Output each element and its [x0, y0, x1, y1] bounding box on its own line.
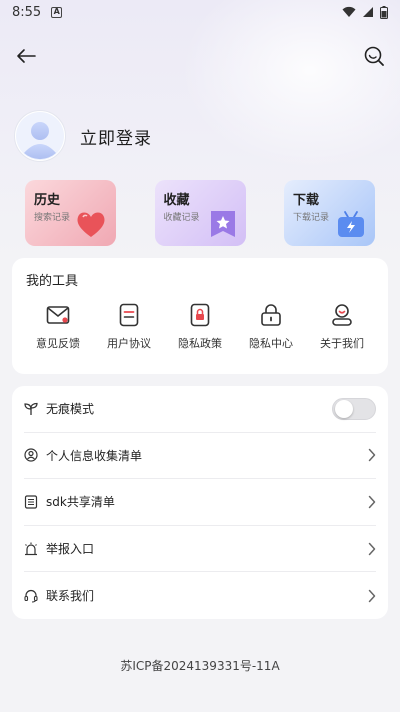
settings-row-incognito: 无痕模式 — [24, 386, 376, 433]
person-icon — [332, 304, 352, 326]
settings-row-sdk[interactable]: sdk共享清单 — [24, 479, 376, 526]
settings-list: 无痕模式 个人信息收集清单 sdk共享清单 举报入口 联系我们 — [12, 386, 388, 619]
personal-info-label: 个人信息收集清单 — [46, 448, 143, 463]
avatar[interactable] — [14, 110, 66, 162]
notification-a-icon: A — [51, 6, 63, 18]
settings-row-personal-info[interactable]: 个人信息收集清单 — [24, 433, 376, 480]
my-tools-title: 我的工具 — [26, 274, 79, 289]
tool-user-agreement[interactable]: 用户协议 — [101, 301, 157, 351]
incognito-label: 无痕模式 — [46, 402, 95, 417]
profile-section[interactable]: 立即登录 — [0, 88, 400, 170]
user-circle-icon — [24, 448, 38, 462]
battery-icon — [380, 5, 388, 19]
sdk-label: sdk共享清单 — [46, 495, 115, 510]
arrow-left-icon — [17, 49, 36, 63]
status-time: 8:55 — [12, 4, 42, 20]
sprout-icon — [24, 402, 38, 415]
report-label: 举报入口 — [46, 542, 95, 557]
login-link[interactable]: 立即登录 — [80, 124, 152, 149]
wifi-icon — [342, 6, 356, 17]
tool-about-us[interactable]: 关于我们 — [314, 301, 370, 351]
tool-privacy-policy[interactable]: 隐私政策 — [172, 301, 228, 351]
tool-user-agreement-label: 用户协议 — [107, 337, 151, 350]
tool-privacy-policy-label: 隐私政策 — [178, 337, 222, 350]
contact-label: 联系我们 — [46, 589, 95, 604]
download-card-title: 下载 — [293, 193, 320, 208]
search-icon — [364, 46, 384, 66]
top-nav — [0, 24, 400, 88]
favorites-card[interactable]: 收藏 收藏记录 — [154, 180, 246, 246]
chevron-right-icon — [368, 542, 376, 555]
list-icon — [24, 495, 38, 509]
tool-privacy-center[interactable]: 隐私中心 — [243, 301, 299, 351]
tool-privacy-center-label: 隐私中心 — [249, 337, 293, 350]
signal-icon — [363, 7, 373, 17]
settings-row-report[interactable]: 举报入口 — [24, 526, 376, 573]
document-icon — [119, 303, 139, 327]
history-card[interactable]: 历史 搜索记录 — [25, 180, 116, 246]
history-card-title: 历史 — [34, 193, 61, 208]
my-tools-card: 我的工具 意见反馈 用户协议 隐私政策 隐私中心 关于我们 — [12, 258, 388, 374]
tool-about-us-label: 关于我们 — [320, 337, 364, 350]
settings-row-contact[interactable]: 联系我们 — [24, 572, 376, 619]
quick-cards: 历史 搜索记录 收藏 收藏记录 下载 下载记录 — [0, 180, 400, 246]
heart-icon — [77, 212, 105, 237]
search-button[interactable] — [362, 44, 386, 68]
headset-icon — [24, 589, 38, 603]
chevron-right-icon — [368, 449, 376, 462]
lock-document-icon — [190, 303, 210, 327]
tool-feedback-label: 意见反馈 — [36, 337, 80, 350]
status-bar: 8:55 A — [0, 0, 400, 24]
toggle-knob — [335, 399, 353, 418]
alarm-icon — [25, 542, 37, 555]
mail-icon — [46, 306, 70, 324]
tv-download-icon — [338, 211, 364, 237]
favorites-card-title: 收藏 — [163, 193, 190, 208]
lock-icon — [261, 304, 281, 326]
chevron-right-icon — [368, 589, 376, 602]
tool-feedback[interactable]: 意见反馈 — [30, 301, 86, 351]
avatar-placeholder-icon — [16, 112, 64, 160]
incognito-toggle[interactable] — [332, 397, 376, 420]
back-button[interactable] — [14, 44, 38, 68]
icp-footer: 苏ICP备2024139331号-11A — [120, 659, 280, 673]
star-bookmark-icon — [210, 211, 235, 237]
download-card[interactable]: 下载 下载记录 — [284, 180, 375, 246]
chevron-right-icon — [368, 495, 376, 509]
